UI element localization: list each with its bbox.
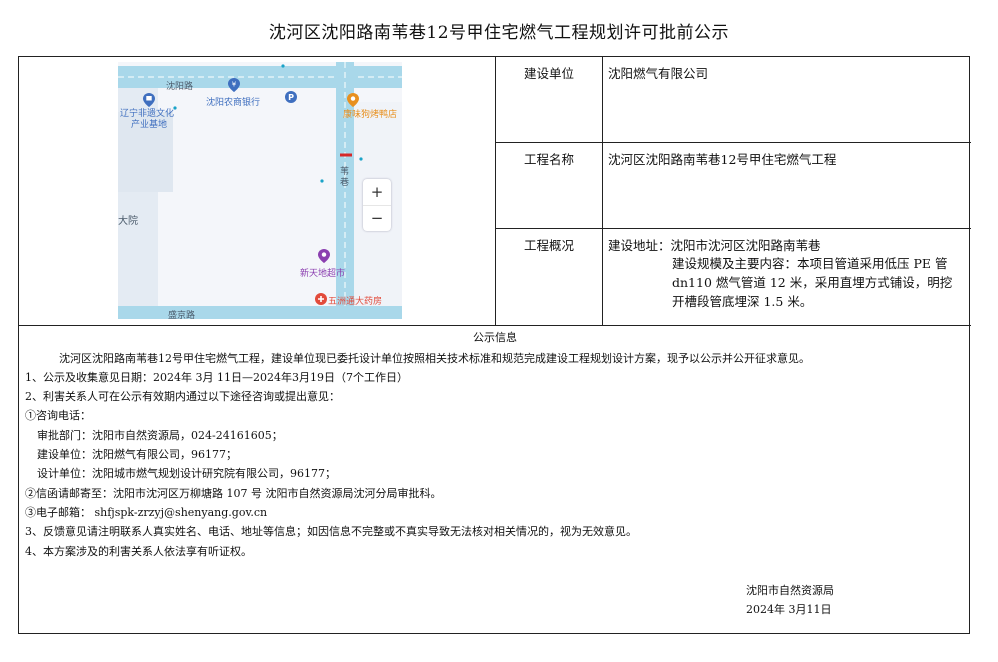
notice-header: 公示信息 [473,331,517,344]
label-project-overview: 工程概况 [496,229,603,325]
zoom-control: + − [363,179,391,231]
notice-item-4: 4、本方案涉及的利害关系人依法享有听证权。 [25,545,252,558]
map-label-dayuan: 大院 [118,216,138,227]
location-map[interactable]: ¥ P 沈阳路 辽宁非遗文化 产业基地 沈阳农商银行 康味狗烤鸭店 苇 巷 大院… [118,62,402,319]
notice-phone-1: 审批部门：沈阳市自然资源局，024-24161605； [37,429,283,442]
label-project-name: 工程名称 [496,143,603,228]
notice-section: 公示信息 沈河区沈阳路南苇巷12号甲住宅燃气工程，建设单位现已委托设计单位按照相… [19,326,971,635]
bank-pin-icon: ¥ [228,78,240,92]
map-label-alley-2: 巷 [340,178,350,188]
notice-issuer: 沈阳市自然资源局 [746,584,834,597]
notice-sheet: ¥ P 沈阳路 辽宁非遗文化 产业基地 沈阳农商银行 康味狗烤鸭店 苇 巷 大院… [18,56,971,635]
notice-intro: 沈河区沈阳路南苇巷12号甲住宅燃气工程，建设单位现已委托设计单位按照相关技术标准… [59,352,810,365]
notice-phone-head: ①咨询电话： [25,409,91,422]
value-scope-1: 建设规模及主要内容：本项目管道采用低压 PE 管 [672,256,948,271]
map-label-supermarket: 新天地超市 [300,269,346,279]
zoom-in-button[interactable]: + [363,179,391,205]
svg-text:P: P [288,93,294,102]
notice-mail: ②信函请邮寄至：沈阳市沈河区万柳塘路 107 号 沈阳市自然资源局沈河分局审批科… [25,487,442,500]
notice-phone-2: 建设单位：沈阳燃气有限公司，96177； [37,448,237,461]
notice-item-2: 2、利害关系人可在公示有效期内通过以下途径咨询或提出意见： [25,390,340,403]
row-project-overview: 工程概况 建设地址：沈阳市沈河区沈阳路南苇巷 建设规模及主要内容：本项目管道采用… [496,229,971,326]
map-label-restaurant: 康味狗烤鸭店 [343,110,398,120]
page-title: 沈河区沈阳路南苇巷12号甲住宅燃气工程规划许可批前公示 [268,23,730,43]
map-label-pharmacy: 五洲通大药房 [328,297,383,307]
value-project-name: 沈河区沈阳路南苇巷12号甲住宅燃气工程 [608,152,837,167]
map-cell: ¥ P 沈阳路 辽宁非遗文化 产业基地 沈阳农商银行 康味狗烤鸭店 苇 巷 大院… [19,57,496,326]
notice-item-3: 3、反馈意见请注明联系人真实姓名、电话、地址等信息；如因信息不完整或不真实导致无… [25,525,637,538]
supermarket-pin-icon [318,249,330,263]
map-label-road-bottom: 盛京路 [168,311,196,319]
restaurant-pin-icon [347,93,359,107]
value-address: 建设地址：沈阳市沈河区沈阳路南苇巷 [608,238,821,253]
value-scope-3: 开槽段管底埋深 1.5 米。 [672,294,813,309]
pharmacy-pin-icon [315,293,327,305]
svg-text:¥: ¥ [232,81,237,89]
value-construction-unit: 沈阳燃气有限公司 [608,66,709,81]
row-construction-unit: 建设单位 沈阳燃气有限公司 [496,57,971,143]
map-label-road-top: 沈阳路 [166,82,194,92]
notice-date: 2024年 3月11日 [746,603,832,616]
notice-phone-3: 设计单位：沈阳城市燃气规划设计研究院有限公司，96177； [37,467,336,480]
map-label-bank: 沈阳农商银行 [206,98,261,108]
library-pin-icon [143,93,155,107]
zoom-out-button[interactable]: − [363,205,391,232]
notice-email: ③电子邮箱： shfjspk-zrzyj@shenyang.gov.cn [25,506,268,519]
row-project-name: 工程名称 沈河区沈阳路南苇巷12号甲住宅燃气工程 [496,143,971,229]
value-scope-2: dn110 燃气管道 12 米，采用直埋方式铺设，明挖 [672,275,953,290]
map-label-library-2: 产业基地 [131,120,168,130]
label-construction-unit: 建设单位 [496,57,603,142]
parking-icon: P [285,91,297,103]
notice-item-1: 1、公示及收集意见日期：2024年 3月 11日—2024年3月19日（7个工作… [25,371,408,384]
